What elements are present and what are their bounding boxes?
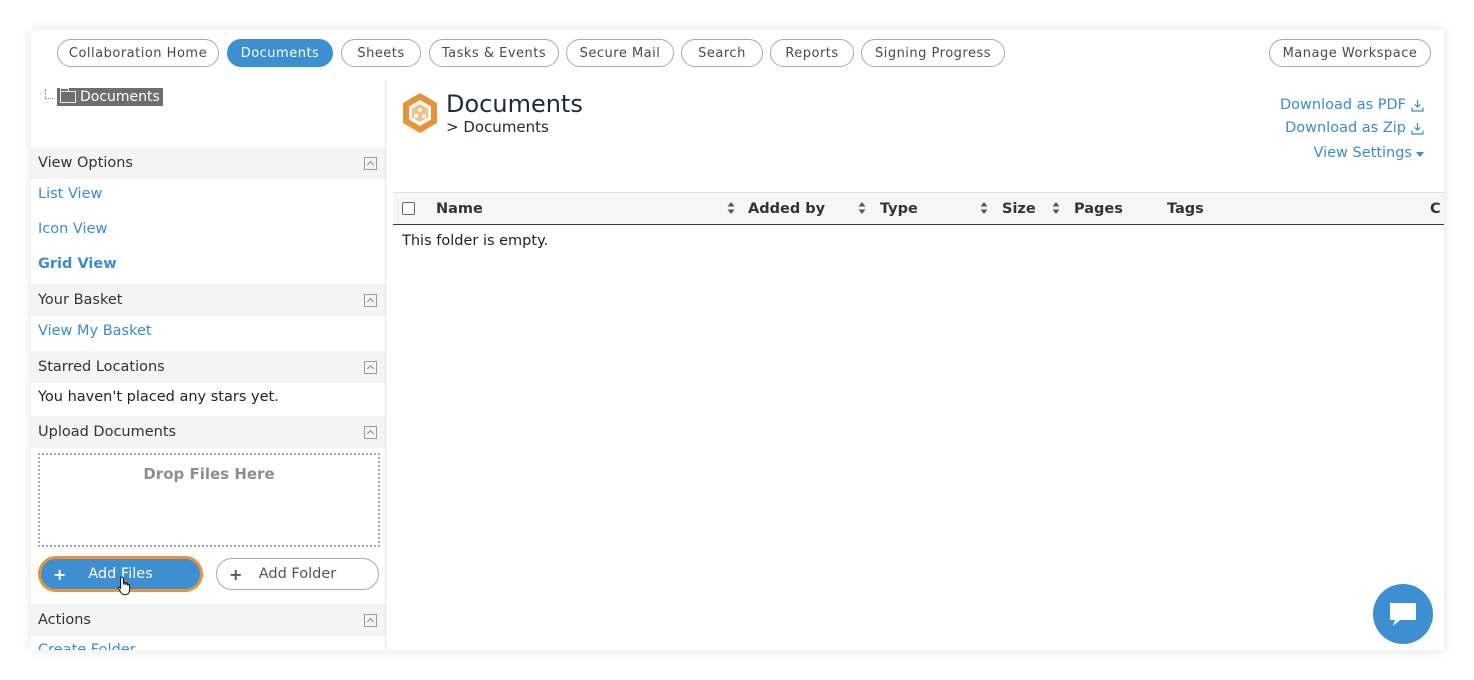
- starred-empty-message: You haven't placed any stars yet.: [38, 389, 279, 405]
- tree-connector: [45, 89, 53, 99]
- grid-view-link[interactable]: Grid View: [38, 256, 117, 272]
- tree-node-documents[interactable]: Documents: [57, 88, 163, 106]
- download-icon: [1411, 99, 1424, 112]
- main-content: Documents > Documents Download as PDF Do…: [387, 80, 1444, 650]
- upload-title: Upload Documents: [38, 424, 177, 440]
- column-type[interactable]: Type: [880, 201, 918, 217]
- manage-workspace-button[interactable]: Manage Workspace: [1269, 39, 1431, 67]
- starred-title: Starred Locations: [38, 359, 165, 375]
- column-size[interactable]: Size: [1002, 201, 1036, 217]
- view-settings-dropdown[interactable]: View Settings: [1313, 145, 1424, 161]
- chat-button[interactable]: [1373, 584, 1433, 644]
- actions-title: Actions: [38, 612, 91, 628]
- actions-header: Actions: [31, 604, 385, 636]
- view-settings-label: View Settings: [1313, 145, 1413, 161]
- add-files-label: Add Files: [88, 566, 153, 582]
- collapse-icon[interactable]: [364, 426, 377, 439]
- tab-documents[interactable]: Documents: [227, 39, 333, 67]
- column-tags[interactable]: Tags: [1167, 201, 1204, 217]
- sidebar: Documents View Options List View Icon Vi…: [31, 80, 386, 650]
- workspace-logo-icon: [403, 93, 437, 133]
- sort-icon[interactable]: [980, 201, 988, 215]
- download-zip-link[interactable]: Download as Zip: [1285, 120, 1424, 136]
- collapse-icon[interactable]: [364, 614, 377, 627]
- icon-view-link[interactable]: Icon View: [38, 221, 107, 237]
- empty-folder-message: This folder is empty.: [402, 233, 549, 249]
- column-added-by[interactable]: Added by: [748, 201, 825, 217]
- tree-node-label: Documents: [80, 89, 160, 105]
- tab-tasks-events[interactable]: Tasks & Events: [429, 39, 559, 67]
- download-pdf-label: Download as PDF: [1280, 97, 1406, 113]
- create-folder-link[interactable]: Create Folder: [38, 642, 136, 650]
- add-folder-button[interactable]: + Add Folder: [216, 558, 379, 590]
- file-drop-zone[interactable]: Drop Files Here: [38, 453, 380, 547]
- tab-search[interactable]: Search: [681, 39, 763, 67]
- tab-reports[interactable]: Reports: [770, 39, 854, 67]
- collapse-icon[interactable]: [364, 361, 377, 374]
- add-folder-label: Add Folder: [258, 566, 337, 582]
- column-pages[interactable]: Pages: [1074, 201, 1123, 217]
- hand-cursor-icon: [117, 576, 131, 596]
- chat-bubble-icon: [1390, 603, 1416, 626]
- download-pdf-link[interactable]: Download as PDF: [1280, 97, 1424, 113]
- column-name[interactable]: Name: [436, 201, 483, 217]
- tab-secure-mail[interactable]: Secure Mail: [566, 39, 674, 67]
- page-title: Documents: [446, 90, 583, 118]
- collapse-icon[interactable]: [364, 294, 377, 307]
- view-basket-link[interactable]: View My Basket: [38, 323, 152, 339]
- app-window: Collaboration Home Documents Sheets Task…: [31, 30, 1444, 650]
- breadcrumb[interactable]: > Documents: [446, 118, 549, 136]
- tab-signing-progress[interactable]: Signing Progress: [861, 39, 1005, 67]
- tab-sheets[interactable]: Sheets: [341, 39, 421, 67]
- plus-icon: +: [53, 564, 67, 584]
- caret-down-icon: [1416, 151, 1424, 157]
- top-navigation: Collaboration Home Documents Sheets Task…: [31, 30, 1444, 80]
- drop-zone-label: Drop Files Here: [143, 465, 275, 483]
- view-options-header: View Options: [31, 147, 385, 179]
- starred-header: Starred Locations: [31, 351, 385, 383]
- column-truncated[interactable]: C: [1430, 201, 1441, 217]
- basket-title: Your Basket: [38, 292, 123, 308]
- sort-icon[interactable]: [727, 201, 735, 215]
- sort-icon[interactable]: [1052, 201, 1060, 215]
- folder-tree: Documents: [45, 88, 163, 106]
- upload-header: Upload Documents: [31, 416, 385, 448]
- folder-icon: [60, 88, 76, 103]
- table-header: Name Added by Type Size Pages Tags C: [393, 192, 1444, 225]
- download-zip-label: Download as Zip: [1285, 120, 1406, 136]
- sort-icon[interactable]: [858, 201, 866, 215]
- select-all-checkbox[interactable]: [402, 202, 415, 215]
- collapse-icon[interactable]: [364, 157, 377, 170]
- tab-collaboration-home[interactable]: Collaboration Home: [57, 39, 219, 67]
- plus-icon: +: [229, 564, 243, 584]
- list-view-link[interactable]: List View: [38, 186, 102, 202]
- download-icon: [1411, 122, 1424, 135]
- basket-header: Your Basket: [31, 284, 385, 316]
- view-options-title: View Options: [38, 155, 133, 171]
